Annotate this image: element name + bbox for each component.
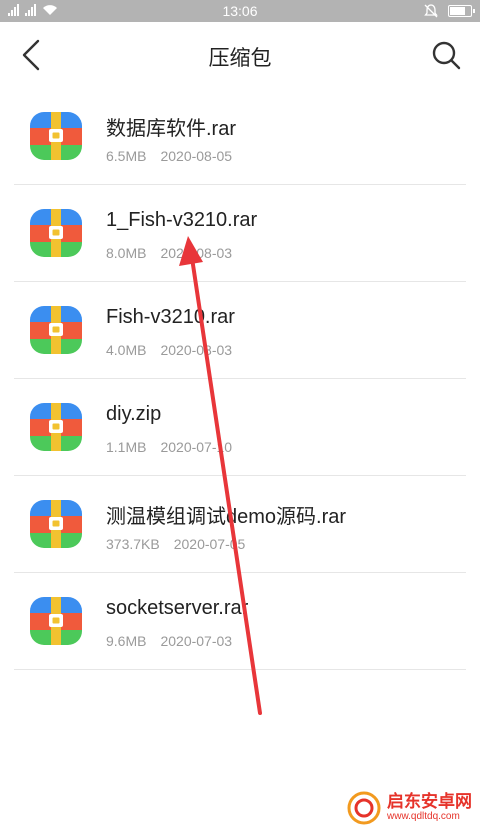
file-list-item[interactable]: 数据库软件.rar 6.5MB 2020-08-05 (14, 88, 466, 185)
file-list-item[interactable]: 测温模组调试demo源码.rar 373.7KB 2020-07-05 (14, 476, 466, 573)
file-name: 测温模组调试demo源码.rar (106, 506, 347, 528)
file-meta: 9.6MB 2020-07-03 (106, 633, 232, 649)
file-name: socketserver.rar (106, 597, 249, 619)
file-date: 2020-07-05 (173, 536, 246, 552)
top-app-bar: 压缩包 (0, 22, 480, 88)
file-name: Fish-v3210.rar (106, 306, 235, 328)
file-list-item[interactable]: socketserver.rar 9.6MB 2020-07-03 (14, 573, 466, 670)
file-size: 8.0MB (106, 245, 147, 261)
file-date: 2020-07-03 (160, 633, 233, 649)
archive-file-icon (30, 500, 82, 548)
file-list-item[interactable]: diy.zip 1.1MB 2020-07-10 (14, 379, 466, 476)
file-meta: 373.7KB 2020-07-05 (106, 536, 245, 552)
file-meta: 8.0MB 2020-08-03 (106, 245, 232, 261)
mute-bell-icon (424, 4, 438, 18)
file-size: 373.7KB (106, 536, 160, 552)
file-meta: 4.0MB 2020-08-03 (106, 342, 232, 358)
archive-file-icon (30, 306, 82, 354)
file-date: 2020-08-05 (160, 148, 233, 164)
archive-file-icon (30, 403, 82, 451)
file-list-item[interactable]: 1_Fish-v3210.rar 8.0MB 2020-08-03 (14, 185, 466, 282)
file-size: 9.6MB (106, 633, 147, 649)
archive-file-icon (30, 209, 82, 257)
file-name: 数据库软件.rar (106, 118, 236, 140)
watermark: 启东安卓网 www.qdltdq.com (347, 791, 472, 825)
battery-icon (448, 5, 475, 17)
file-size: 6.5MB (106, 148, 147, 164)
page-title: 压缩包 (208, 47, 272, 70)
file-meta: 1.1MB 2020-07-10 (106, 439, 232, 455)
file-date: 2020-08-03 (160, 342, 233, 358)
watermark-logo-icon (347, 791, 381, 825)
archive-file-icon (30, 112, 82, 160)
status-time: 13:06 (222, 3, 258, 19)
file-list-item[interactable]: Fish-v3210.rar 4.0MB 2020-08-03 (14, 282, 466, 379)
watermark-name: 启东安卓网 (387, 792, 472, 811)
file-meta: 6.5MB 2020-08-05 (106, 148, 232, 164)
search-icon[interactable] (430, 39, 462, 71)
file-size: 1.1MB (106, 439, 147, 455)
file-date: 2020-07-10 (160, 439, 233, 455)
status-bar: 13:06 (0, 0, 480, 22)
file-name: diy.zip (106, 403, 162, 425)
file-size: 4.0MB (106, 342, 147, 358)
archive-file-icon (30, 597, 82, 645)
file-name: 1_Fish-v3210.rar (106, 209, 258, 231)
file-date: 2020-08-03 (160, 245, 233, 261)
watermark-url: www.qdltdq.com (387, 811, 460, 822)
file-list: 数据库软件.rar 6.5MB 2020-08-05 1_Fish-v3210.r… (14, 88, 466, 670)
